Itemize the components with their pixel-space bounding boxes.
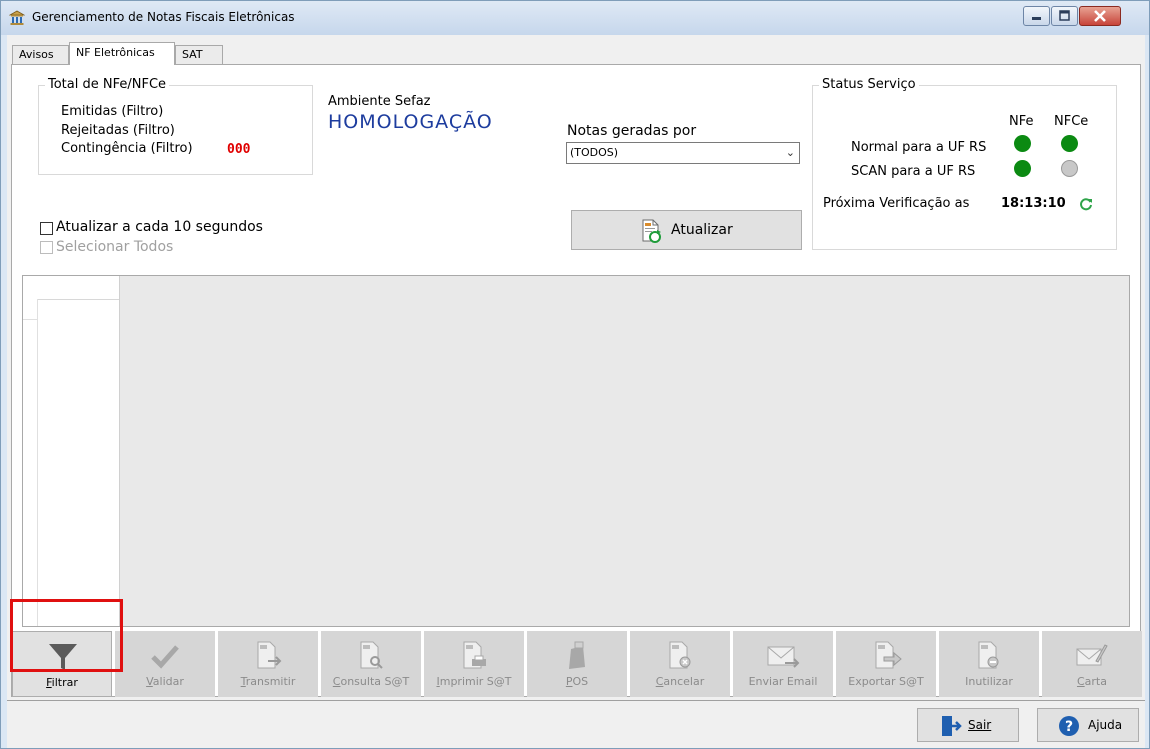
imprimir-label: mprimir S@T [439,675,512,688]
filtrar-button[interactable]: Filtrar [12,631,112,697]
col-nfe-label: NFe [1009,114,1034,129]
imprimir-sat-button[interactable]: Imprimir S@T [424,631,524,697]
scan-uf-label: SCAN para a UF RS [851,164,976,179]
enviar-email-button[interactable]: Enviar Email [733,631,833,697]
select-all-checkbox[interactable] [40,241,53,254]
top-panel: Total de NFe/NFCe Emitidas (Filtro) Reje… [12,65,1140,271]
filtrar-label: iltrar [51,676,78,689]
refresh-icon[interactable] [1079,197,1093,211]
carta-accel: C [1076,675,1085,688]
document-cancel-icon [669,641,691,669]
ambiente-value: HOMOLOGAÇÃO [328,111,493,133]
transmitir-label: ransmitir [245,675,296,688]
pos-label: OS [572,675,589,688]
ambiente-label: Ambiente Sefaz [328,94,431,109]
next-check-label: Próxima Verificação as [823,196,970,211]
exportar-sat-label: Exportar S@T [848,675,924,688]
status-groupbox: Status Serviço NFe NFCe Normal para a UF… [812,77,1117,250]
exportar-sat-button[interactable]: Exportar S@T [836,631,936,697]
document-search-icon [360,641,383,669]
tab-avisos[interactable]: Avisos [12,45,69,64]
cancelar-button[interactable]: Cancelar [630,631,730,697]
auto-update-checkbox[interactable] [40,222,53,235]
atualizar-button[interactable]: Atualizar [571,210,802,250]
inutilizar-button[interactable]: Inutilizar [939,631,1039,697]
document-refresh-icon [642,219,661,243]
totals-legend: Total de NFe/NFCe [45,77,170,92]
exit-door-icon [942,716,962,736]
maximize-icon [1059,10,1070,21]
chevron-down-icon: ⌄ [785,146,795,159]
minimize-button[interactable] [1023,6,1050,26]
document-send-icon [257,641,282,669]
tab-page-nf-eletronicas: Total de NFe/NFCe Emitidas (Filtro) Reje… [11,64,1142,697]
auto-update-label: Atualizar a cada 10 segundos [56,219,263,235]
minimize-icon [1032,17,1041,20]
grid-header-cell[interactable] [23,276,119,300]
svg-text:?: ? [1065,719,1073,735]
bottom-bar: Sair ? Ajuda [7,700,1145,748]
title-bar[interactable]: Gerenciamento de Notas Fiscais Eletrônic… [1,1,1149,35]
notas-selected-value: (TODOS) [570,146,619,159]
bank-building-icon [9,10,25,25]
nfe-normal-status-dot [1014,135,1031,152]
emitidas-label: Emitidas (Filtro) [61,104,164,119]
close-icon [1094,10,1106,22]
letter-icon [1076,644,1108,666]
maximize-button[interactable] [1051,6,1078,26]
tab-sat[interactable]: SAT [175,45,223,64]
next-check-time: 18:13:10 [1001,196,1066,211]
consulta-sat-button[interactable]: Consulta S@T [321,631,421,697]
ajuda-button[interactable]: ? Ajuda [1037,708,1139,742]
rejeitadas-label: Rejeitadas (Filtro) [61,123,175,138]
grid-row-indicator [23,299,38,626]
nfce-scan-status-dot [1061,160,1078,177]
totals-groupbox: Total de NFe/NFCe Emitidas (Filtro) Reje… [38,77,313,175]
app-window: Gerenciamento de Notas Fiscais Eletrônic… [0,0,1150,749]
email-send-icon [767,646,800,668]
help-icon: ? [1059,716,1079,736]
validar-accel: V [146,675,153,688]
carta-button[interactable]: Carta [1042,631,1142,697]
select-all-label: Selecionar Todos [56,239,174,255]
client-area: Avisos NF Eletrônicas SAT Total de NFe/N… [7,35,1145,748]
inutilizar-label: Inutilizar [965,675,1013,688]
document-disable-icon [978,641,999,669]
notas-geradas-select[interactable]: (TODOS) ⌄ [566,142,800,164]
document-print-icon [463,641,486,669]
transmitir-button[interactable]: Transmitir [218,631,318,697]
contingencia-count: 000 [227,142,251,157]
tab-nf-eletronicas[interactable]: NF Eletrônicas [69,42,175,65]
checkmark-icon [151,645,179,669]
pos-terminal-icon [569,641,585,669]
notes-grid[interactable] [22,275,1130,627]
sair-label: Sair [968,718,992,732]
validar-label: alidar [152,675,184,688]
nfe-scan-status-dot [1014,160,1031,177]
action-toolbar: Filtrar Validar Transmitir Consulta S@T … [12,631,1142,697]
enviar-email-label: Enviar Email [748,675,818,688]
carta-label: arta [1084,675,1107,688]
atualizar-label: Atualizar [671,222,733,238]
funnel-icon [49,644,77,670]
cancelar-label: ancelar [663,675,705,688]
status-legend: Status Serviço [819,77,919,92]
nfce-normal-status-dot [1061,135,1078,152]
notas-label: Notas geradas por [567,123,697,139]
sair-button[interactable]: Sair [917,708,1019,742]
document-export-icon [875,641,902,669]
window-title: Gerenciamento de Notas Fiscais Eletrônic… [32,10,295,24]
ajuda-label: Ajuda [1088,718,1123,732]
col-nfce-label: NFCe [1054,114,1089,129]
pos-button[interactable]: POS [527,631,627,697]
normal-uf-label: Normal para a UF RS [851,140,987,155]
contingencia-label: Contingência (Filtro) [61,141,193,156]
validar-button[interactable]: Validar [115,631,215,697]
pos-accel: P [565,675,573,688]
close-button[interactable] [1079,6,1121,26]
consulta-label: onsulta S@T [340,675,410,688]
